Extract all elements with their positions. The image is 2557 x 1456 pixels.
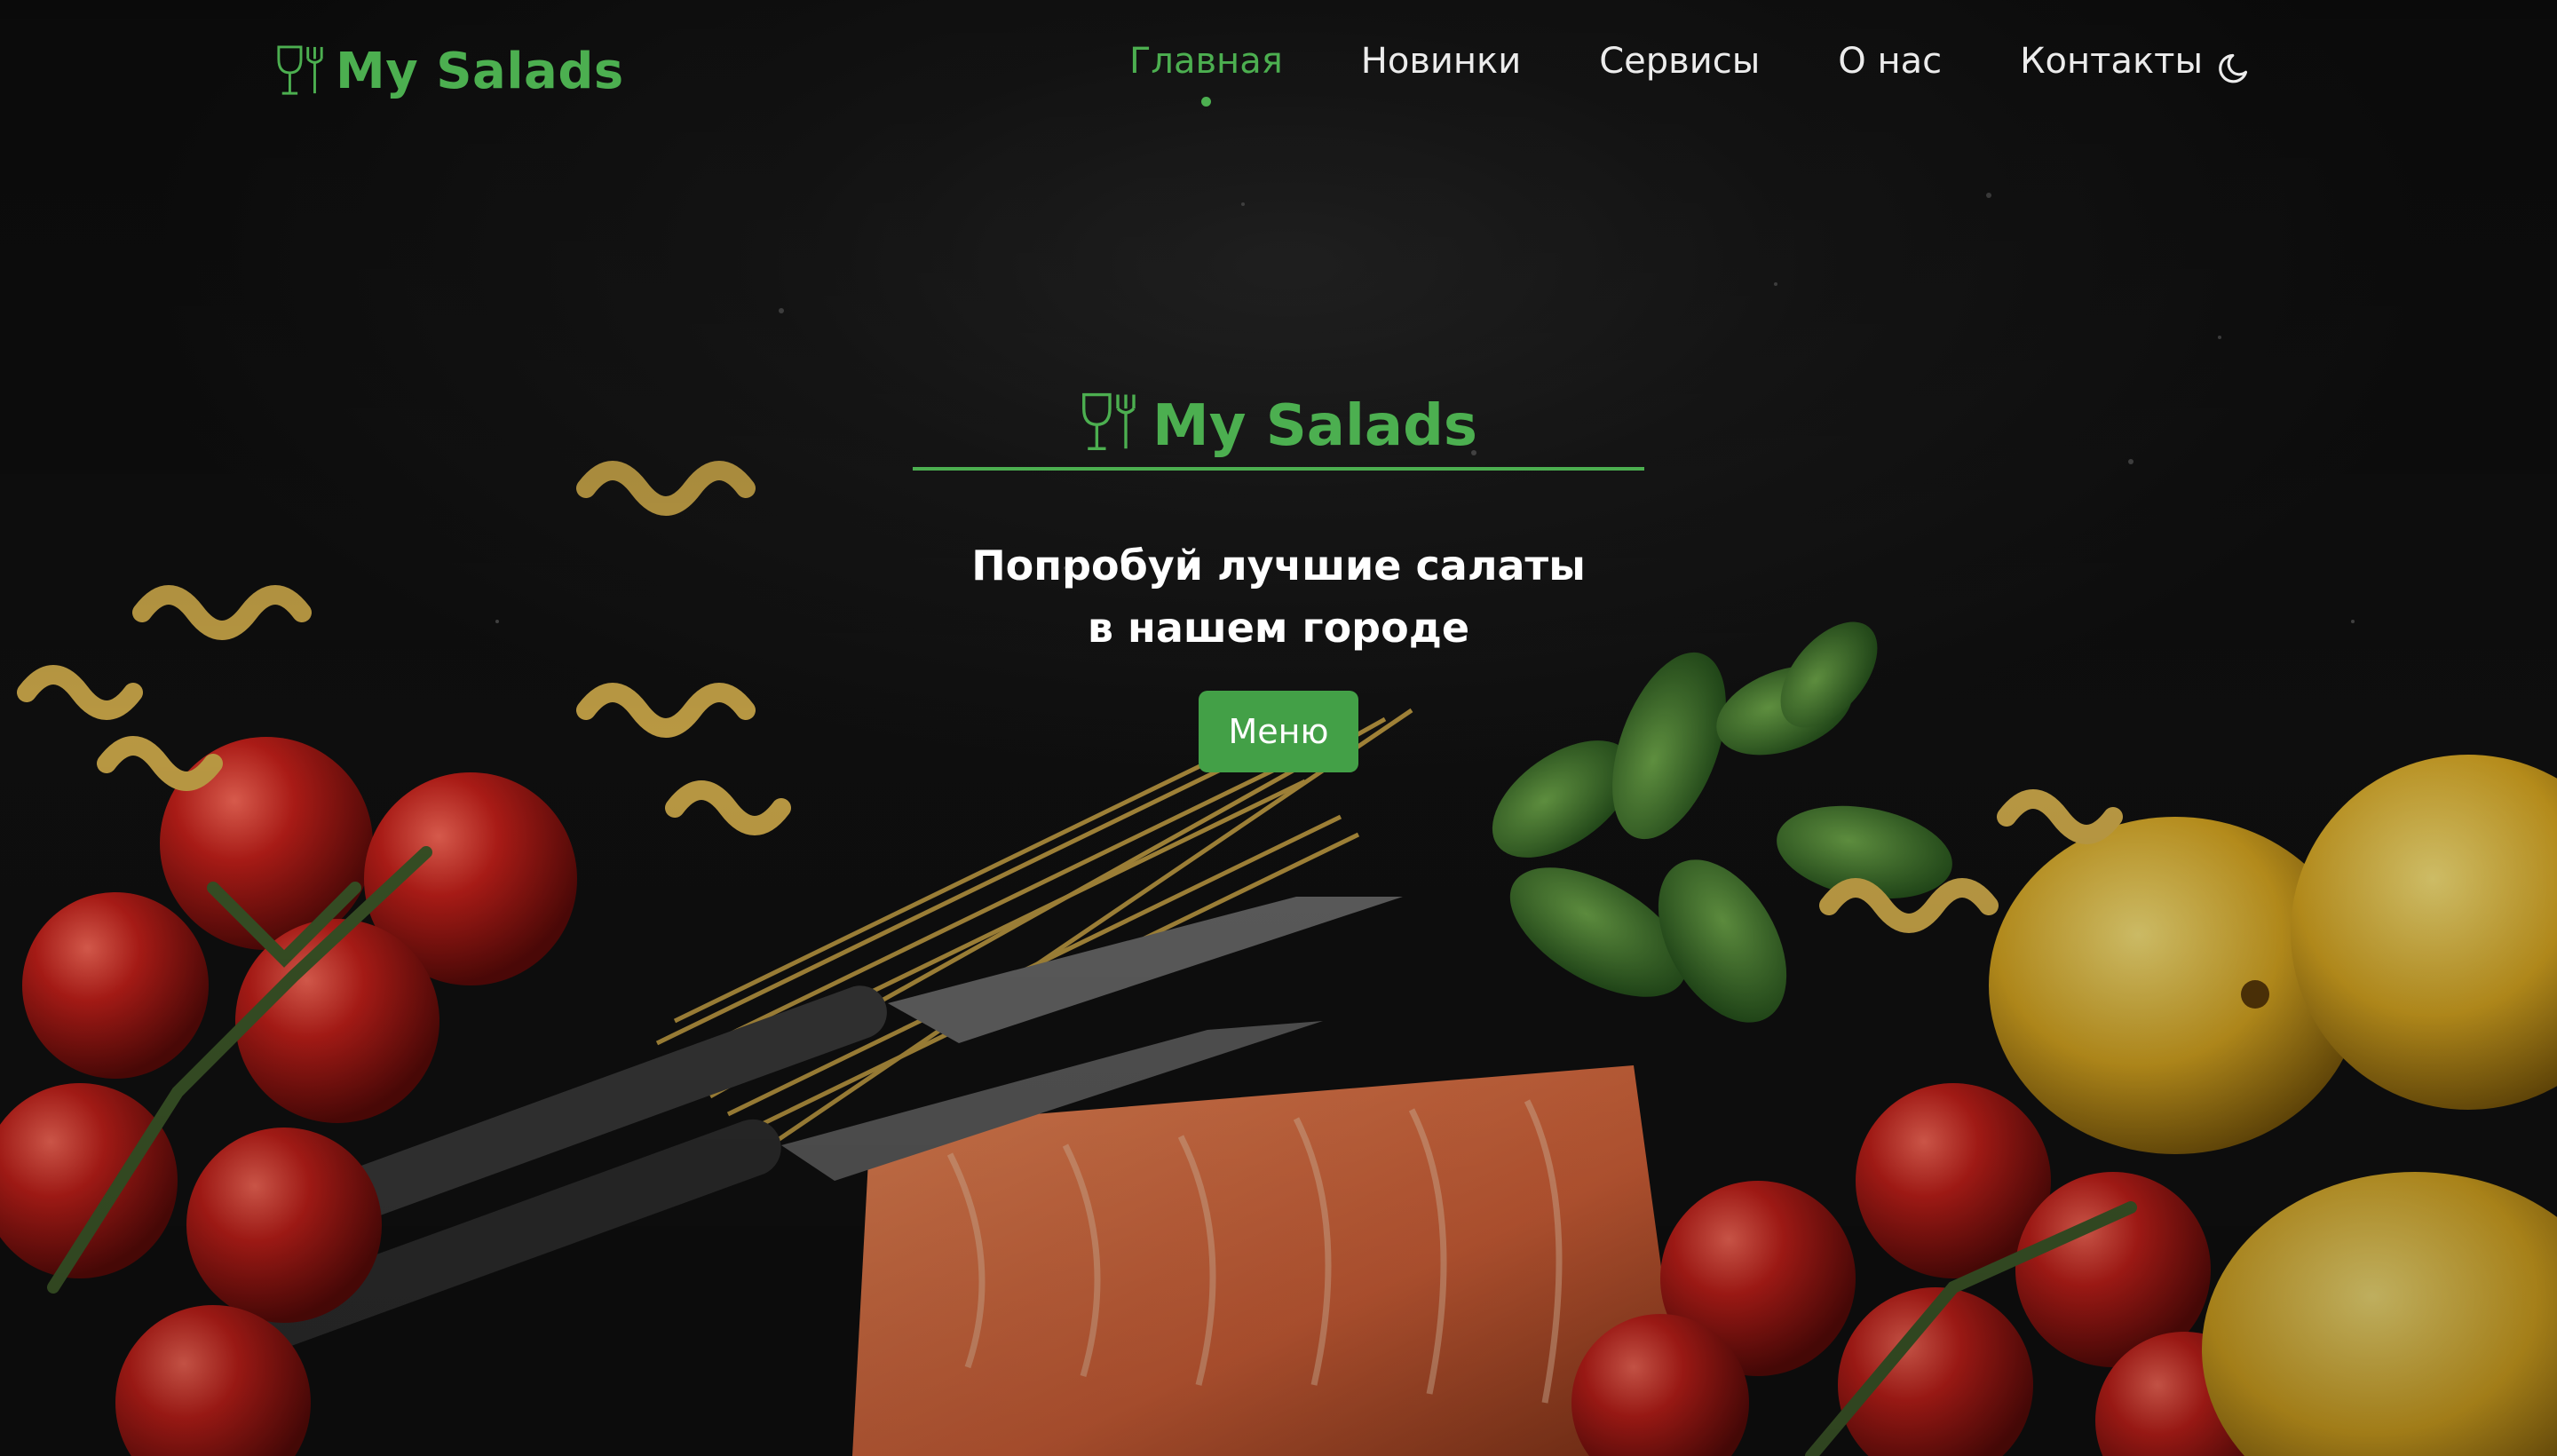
menu-button[interactable]: Меню — [1199, 691, 1358, 772]
hero-tagline-line-1: Попробуй лучшие салаты — [971, 542, 1586, 590]
active-indicator-dot — [1201, 97, 1212, 107]
hero-tagline-line-2: в нашем городе — [1087, 604, 1470, 652]
nav-item-label: Главная — [1129, 41, 1283, 82]
nav-item-label: Контакты — [2020, 41, 2204, 82]
wine-glass-fork-icon — [1082, 392, 1136, 450]
brand-logo-link[interactable]: My Salads — [275, 36, 624, 107]
nav-item-services[interactable]: Сервисы — [1599, 41, 1760, 82]
moon-icon[interactable] — [2218, 48, 2255, 85]
hero-brand: My Salads — [913, 391, 1644, 471]
navbar: My Salads Главная Новинки Сервисы О нас … — [0, 0, 2557, 133]
nav-item-contacts[interactable]: Контакты — [2020, 41, 2203, 82]
hero-content: My Salads Попробуй лучшие салаты в нашем… — [913, 391, 1644, 772]
nav-item-label: Новинки — [1360, 41, 1522, 82]
hero-tagline: Попробуй лучшие салаты в нашем городе — [913, 534, 1644, 659]
hero-brand-name: My Salads — [1152, 393, 1477, 459]
nav-item-about[interactable]: О нас — [1838, 41, 1942, 82]
wine-glass-fork-icon — [277, 45, 323, 95]
nav-item-home[interactable]: Главная — [1129, 41, 1283, 107]
nav-item-new[interactable]: Новинки — [1361, 41, 1521, 82]
hero-section: My Salads Главная Новинки Сервисы О нас … — [0, 0, 2557, 1456]
nav-item-label: О нас — [1838, 41, 1943, 82]
nav-item-label: Сервисы — [1599, 41, 1761, 82]
nav-links: Главная Новинки Сервисы О нас Контакты — [1129, 41, 2281, 107]
brand-name: My Salads — [336, 42, 624, 100]
